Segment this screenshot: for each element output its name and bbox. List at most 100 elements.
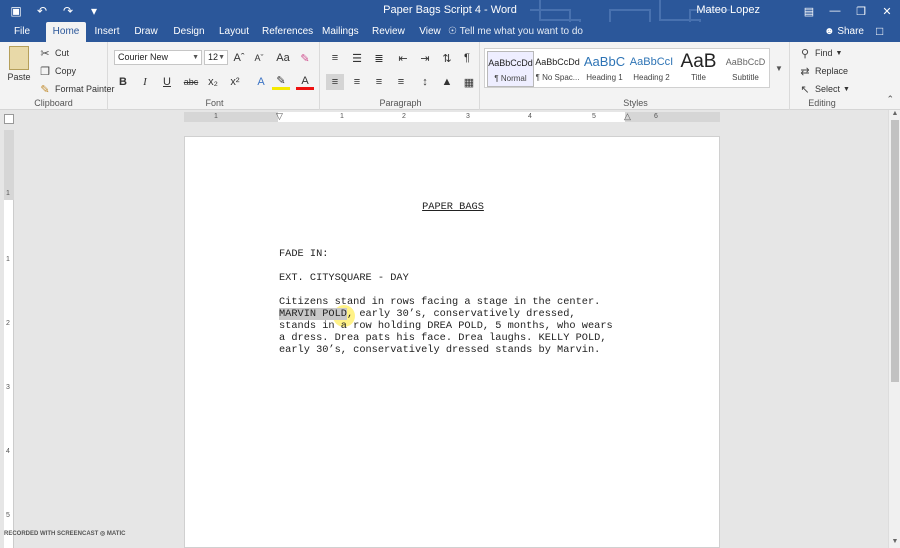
multilevel-list-icon[interactable]: ≣ bbox=[370, 50, 388, 66]
ruler-mark: 2 bbox=[402, 113, 406, 120]
copy-icon: ❐ bbox=[40, 65, 50, 78]
tab-references[interactable]: References bbox=[262, 22, 313, 42]
tab-design[interactable]: Design bbox=[172, 22, 206, 42]
left-indent-marker-icon[interactable]: ▽ bbox=[276, 111, 283, 121]
font-group: Courier New ▼ 12 ▼ Aˆ Aˇ Aa ✎ B I U abc x₂… bbox=[110, 42, 320, 110]
scrollbar-thumb[interactable] bbox=[891, 120, 899, 382]
tab-layout[interactable]: Layout bbox=[218, 22, 250, 42]
style-heading-2[interactable]: AaBbCcI Heading 2 bbox=[628, 51, 675, 87]
bullets-icon[interactable]: ≡ bbox=[326, 50, 344, 66]
replace-button[interactable]: ⇄ Replace bbox=[798, 64, 848, 78]
font-size-select[interactable]: 12 ▼ bbox=[204, 50, 228, 65]
collapse-ribbon-icon[interactable]: ⌃ bbox=[886, 94, 894, 105]
font-size-value: 12 bbox=[208, 52, 219, 62]
ruler-mark: 6 bbox=[654, 113, 658, 120]
paintbrush-icon: ✎ bbox=[40, 83, 50, 96]
align-left-icon[interactable]: ≡ bbox=[326, 74, 344, 90]
lightbulb-icon: ☉ bbox=[448, 26, 457, 37]
action-line: Citizens stand in rows facing a stage in… bbox=[279, 296, 601, 308]
screencast-watermark: RECORDED WITH SCREENCAST ◎ MATIC bbox=[4, 531, 126, 537]
comments-icon[interactable]: □ bbox=[876, 24, 892, 40]
right-indent-marker-icon[interactable]: △ bbox=[624, 111, 631, 121]
shrink-font-icon[interactable]: Aˇ bbox=[250, 50, 268, 66]
scissors-icon: ✂ bbox=[40, 47, 50, 60]
font-group-label: Font bbox=[205, 98, 224, 108]
bold-icon[interactable]: B bbox=[114, 74, 132, 90]
ribbon-tabs: File Home Insert Draw Design Layout Refe… bbox=[0, 22, 900, 42]
vertical-scrollbar[interactable]: ▲ ▼ bbox=[888, 110, 900, 548]
tab-home[interactable]: Home bbox=[46, 22, 86, 42]
highlight-color-icon[interactable]: ✎ bbox=[272, 74, 290, 90]
select-button[interactable]: ↖ Select ▼ bbox=[798, 82, 850, 96]
justify-icon[interactable]: ≡ bbox=[392, 74, 410, 90]
underline-icon[interactable]: U bbox=[158, 74, 176, 90]
subscript-icon[interactable]: x₂ bbox=[204, 74, 222, 90]
style-name: ¶ Normal bbox=[494, 74, 527, 83]
style-no-spacing[interactable]: AaBbCcDd ¶ No Spac... bbox=[534, 51, 581, 87]
change-case-icon[interactable]: Aa bbox=[274, 50, 292, 66]
tell-me-box[interactable]: ☉ Tell me what you want to do bbox=[448, 22, 583, 42]
vertical-ruler[interactable]: 1 1 2 3 4 5 bbox=[4, 130, 14, 548]
user-name[interactable]: Mateo Lopez bbox=[696, 4, 760, 16]
font-family-select[interactable]: Courier New ▼ bbox=[114, 50, 202, 65]
increase-indent-icon[interactable]: ⇥ bbox=[416, 50, 434, 66]
align-center-icon[interactable]: ≡ bbox=[348, 74, 366, 90]
superscript-icon[interactable]: x² bbox=[226, 74, 244, 90]
styles-more-icon[interactable]: ▼ bbox=[772, 48, 786, 88]
clipboard-group: Paste ✂ Cut ❐ Copy ✎ Format Painter Clipboa… bbox=[0, 42, 115, 110]
line-spacing-icon[interactable]: ↕ bbox=[416, 74, 434, 90]
document-page[interactable]: PAPER BAGS FADE IN: EXT. CITYSQUARE - DA… bbox=[184, 136, 720, 548]
font-color-icon[interactable]: A bbox=[296, 74, 314, 90]
style-subtitle[interactable]: AaBbCcD Subtitle bbox=[722, 51, 769, 87]
tab-view[interactable]: View bbox=[418, 22, 442, 42]
document-title: Paper Bags Script 4 - Word bbox=[383, 4, 517, 16]
scroll-down-icon[interactable]: ▼ bbox=[889, 538, 900, 548]
share-button[interactable]: ☻ Share bbox=[824, 22, 864, 42]
cut-label: Cut bbox=[55, 48, 70, 58]
decrease-indent-icon[interactable]: ⇤ bbox=[394, 50, 412, 66]
action-line: stands in a row holding DREA POLD, 5 mon… bbox=[279, 320, 613, 332]
chevron-down-icon: ▼ bbox=[835, 49, 843, 57]
numbering-icon[interactable]: ☰ bbox=[348, 50, 366, 66]
clear-formatting-icon[interactable]: ✎ bbox=[296, 50, 314, 66]
style-sample: AaB bbox=[680, 51, 717, 72]
text-selection[interactable]: MARVIN POLD bbox=[279, 308, 347, 320]
horizontal-ruler[interactable]: 1 ▽ 1 2 3 4 5 △ 6 bbox=[184, 111, 720, 122]
select-label: Select bbox=[815, 84, 841, 94]
copy-button[interactable]: ❐ Copy bbox=[38, 64, 76, 78]
ribbon-display-options-icon[interactable]: ▤ bbox=[796, 0, 822, 22]
paragraph-group-label: Paragraph bbox=[379, 98, 422, 108]
shading-icon[interactable]: ▲ bbox=[438, 74, 456, 90]
italic-icon[interactable]: I bbox=[136, 74, 154, 90]
style-sample: AaBbCcD bbox=[725, 57, 766, 67]
tab-file[interactable]: File bbox=[8, 22, 36, 42]
find-label: Find bbox=[815, 48, 833, 58]
text-effects-icon[interactable]: A bbox=[252, 74, 270, 90]
person-icon: ☻ bbox=[824, 26, 835, 37]
paste-button[interactable]: Paste bbox=[6, 46, 32, 82]
style-heading-1[interactable]: AaBbC Heading 1 bbox=[581, 51, 628, 87]
close-icon[interactable]: ✕ bbox=[874, 0, 900, 22]
style-normal[interactable]: AaBbCcDd ¶ Normal bbox=[487, 51, 534, 87]
grow-font-icon[interactable]: Aˆ bbox=[230, 50, 248, 66]
tab-mailings[interactable]: Mailings bbox=[322, 22, 359, 42]
restore-icon[interactable]: ❐ bbox=[848, 0, 874, 22]
strikethrough-icon[interactable]: abc bbox=[182, 74, 200, 90]
tab-selector[interactable] bbox=[4, 114, 14, 124]
tab-review[interactable]: Review bbox=[372, 22, 405, 42]
minimize-icon[interactable]: — bbox=[822, 0, 848, 22]
scroll-up-icon[interactable]: ▲ bbox=[889, 110, 900, 120]
style-title[interactable]: AaB Title bbox=[675, 51, 722, 87]
format-painter-button[interactable]: ✎ Format Painter bbox=[38, 82, 114, 96]
find-button[interactable]: ⚲ Find ▼ bbox=[798, 46, 842, 60]
replace-icon: ⇄ bbox=[800, 65, 810, 78]
ribbon: Paste ✂ Cut ❐ Copy ✎ Format Painter Clipboa… bbox=[0, 42, 900, 110]
cut-button[interactable]: ✂ Cut bbox=[38, 46, 69, 60]
tab-insert[interactable]: Insert bbox=[92, 22, 122, 42]
sort-icon[interactable]: ⇅ bbox=[438, 50, 456, 66]
borders-icon[interactable]: ▦ bbox=[460, 74, 478, 90]
tab-draw[interactable]: Draw bbox=[132, 22, 160, 42]
styles-group-label: Styles bbox=[623, 98, 648, 108]
show-formatting-icon[interactable]: ¶ bbox=[458, 50, 476, 66]
align-right-icon[interactable]: ≡ bbox=[370, 74, 388, 90]
